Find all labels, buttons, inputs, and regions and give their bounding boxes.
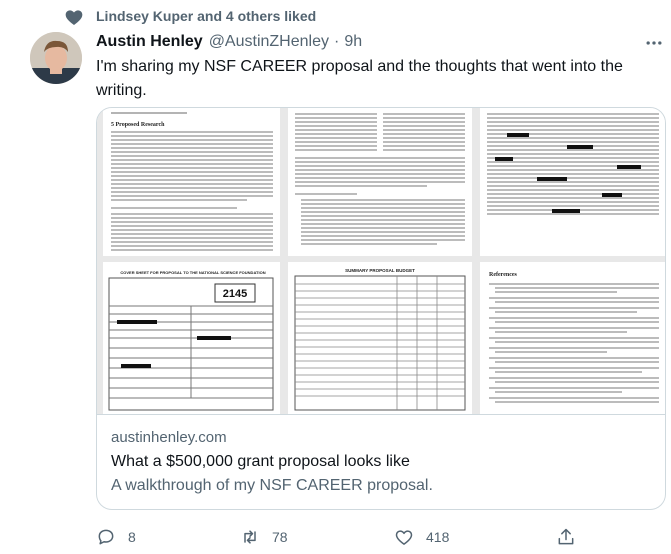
budget-title: SUMMARY PROPOSAL BUDGET [345,268,415,273]
author-handle[interactable]: @AustinZHenley [209,33,329,51]
cover-sheet-title: COVER SHEET FOR PROPOSAL TO THE NATIONAL… [120,270,265,275]
card-meta[interactable]: austinhenley.com What a $500,000 grant p… [97,414,665,509]
like-count: 418 [426,529,450,545]
retweet-count: 78 [272,529,288,545]
tweet-timestamp[interactable]: 9h [344,33,362,51]
retweet-button[interactable]: 78 [240,526,288,548]
share-button[interactable] [556,526,576,548]
reply-count: 8 [128,529,136,545]
social-context-text: Lindsey Kuper and 4 others liked [96,8,317,24]
tweet-actions: 8 78 418 [96,526,656,548]
document-page-redacted [480,108,665,256]
document-page-columns [288,108,472,256]
share-icon [558,528,574,545]
reply-icon [98,529,114,545]
document-page-references: References [480,262,665,414]
card-preview-image: 5 Proposed Research COVER SHEET FOR PROP… [97,108,665,414]
like-button[interactable]: 418 [394,526,449,548]
link-card[interactable]: 5 Proposed Research COVER SHEET FOR PROP… [96,107,666,510]
section-heading: 5 Proposed Research [111,122,165,128]
card-description: A walkthrough of my NSF CAREER proposal. [111,477,433,494]
tweet-header: Austin Henley @AustinZHenley · 9h [96,31,362,53]
author-name[interactable]: Austin Henley [96,33,203,51]
separator-dot: · [333,33,340,50]
card-domain: austinhenley.com [111,429,227,446]
retweet-icon [244,530,256,544]
reply-button[interactable]: 8 [96,526,136,548]
document-page-cover-sheet: COVER SHEET FOR PROPOSAL TO THE NATIONAL… [103,262,280,414]
more-options-icon[interactable] [644,33,664,53]
heart-icon [65,10,83,25]
heart-outline-icon [395,530,413,545]
tweet-text: I'm sharing my NSF CAREER proposal and t… [96,58,623,99]
references-heading: References [489,272,518,278]
document-page-research: 5 Proposed Research [103,108,280,256]
card-title: What a $500,000 grant proposal looks lik… [111,453,410,470]
avatar[interactable] [30,32,82,84]
form-number: 2145 [223,288,247,300]
avatar-image [30,32,82,84]
document-page-budget: SUMMARY PROPOSAL BUDGET [288,262,472,414]
